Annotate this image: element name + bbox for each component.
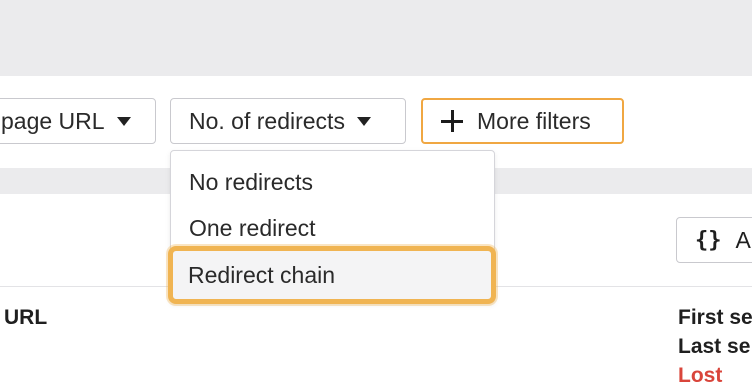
api-button[interactable]: {} A bbox=[676, 217, 752, 263]
dropdown-option-label: No redirects bbox=[189, 168, 313, 195]
dropdown-option-one-redirect[interactable]: One redirect bbox=[171, 205, 494, 251]
last-seen-label: Last se bbox=[678, 335, 751, 358]
redirects-filter-label: No. of redirects bbox=[189, 107, 345, 134]
dropdown-option-label: One redirect bbox=[189, 214, 316, 241]
lost-status-label: Lost bbox=[678, 364, 723, 387]
api-button-label: A bbox=[735, 226, 751, 253]
plus-icon bbox=[441, 110, 463, 132]
dropdown-option-redirect-chain[interactable]: Redirect chain bbox=[168, 246, 496, 304]
top-band bbox=[0, 0, 752, 76]
first-seen-label: First se bbox=[678, 306, 752, 329]
url-column-header: URL bbox=[4, 306, 48, 329]
redirects-filter-button[interactable]: No. of redirects bbox=[170, 98, 406, 144]
page-url-filter-label: page URL bbox=[1, 107, 105, 134]
page-url-filter-button[interactable]: page URL bbox=[0, 98, 156, 144]
dropdown-option-label: Redirect chain bbox=[188, 261, 336, 288]
dropdown-option-no-redirects[interactable]: No redirects bbox=[171, 159, 494, 205]
more-filters-label: More filters bbox=[477, 107, 591, 134]
chevron-down-icon bbox=[116, 116, 131, 126]
chevron-down-icon bbox=[356, 116, 371, 126]
braces-icon: {} bbox=[695, 227, 722, 253]
more-filters-button[interactable]: More filters bbox=[421, 98, 624, 144]
